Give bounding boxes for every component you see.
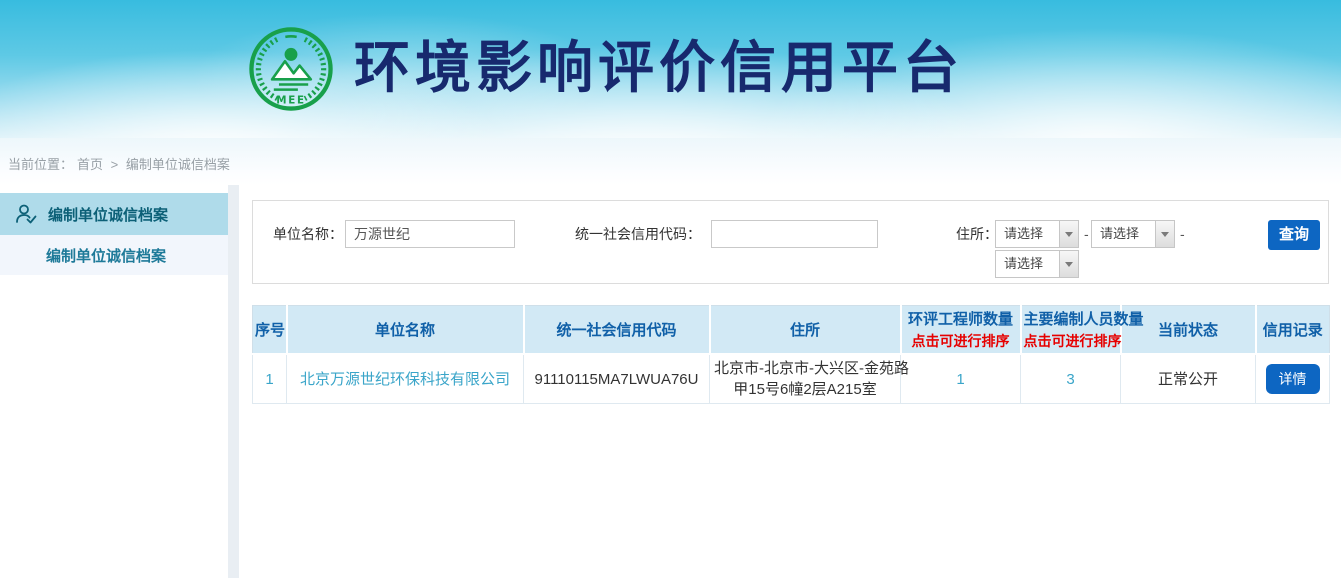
header-address: 住所 [710, 306, 901, 355]
header-company: 单位名称 [287, 306, 524, 355]
chevron-down-icon[interactable] [1059, 251, 1078, 277]
header-staff-count-sortable[interactable]: 主要编制人员数量 点击可进行排序 [1021, 306, 1121, 355]
table-row: 1 北京万源世纪环保科技有限公司 91110115MA7LWUA76U 北京市-… [253, 354, 1330, 404]
cell-engineer-count: 1 [901, 354, 1021, 404]
chevron-down-icon[interactable] [1059, 221, 1078, 247]
search-form: 单位名称： 统一社会信用代码： 住所： 请选择 - 请选择 - 请选择 查询 [252, 200, 1329, 284]
residence-province-select[interactable]: 请选择 [995, 220, 1079, 248]
breadcrumb-separator: > [111, 157, 119, 172]
breadcrumb-current: 编制单位诚信档案 [126, 157, 230, 172]
staff-count-link[interactable]: 3 [1066, 371, 1074, 388]
cell-credit-code: 91110115MA7LWUA76U [524, 354, 710, 404]
unit-name-input[interactable] [345, 220, 515, 248]
breadcrumb-home-link[interactable]: 首页 [77, 157, 103, 172]
residence-city-select[interactable]: 请选择 [1091, 220, 1175, 248]
breadcrumb-prefix: 当前位置： [8, 157, 73, 172]
residence-province-value: 请选择 [996, 221, 1059, 247]
unit-name-label: 单位名称： [273, 220, 343, 248]
cell-address: 北京市-北京市-大兴区-金苑路 甲15号6幢2层A215室 [710, 354, 901, 404]
header-seq: 序号 [253, 306, 287, 355]
svg-text:MEE: MEE [276, 94, 306, 106]
address-line-1: 北京市-北京市-大兴区-金苑路 [714, 358, 896, 379]
sidebar-subitem-credit-archive[interactable]: 编制单位诚信档案 [0, 235, 228, 275]
residence-district-select[interactable]: 请选择 [995, 250, 1079, 278]
sort-hint: 点击可进行排序 [1024, 331, 1118, 351]
user-check-icon [14, 202, 38, 226]
header-credit-code: 统一社会信用代码 [524, 306, 710, 355]
sidebar-item-credit-archive[interactable]: 编制单位诚信档案 [0, 193, 228, 235]
credit-code-input[interactable] [711, 220, 878, 248]
main-content: 单位名称： 统一社会信用代码： 住所： 请选择 - 请选择 - 请选择 查询 [252, 200, 1329, 404]
site-title: 环境影响评价信用平台 [354, 26, 964, 112]
residence-label: 住所： [956, 220, 998, 248]
credit-code-label: 统一社会信用代码： [575, 220, 701, 248]
detail-button[interactable]: 详情 [1266, 364, 1320, 394]
header-credit-record: 信用记录 [1256, 306, 1330, 355]
cell-credit-record: 详情 [1256, 354, 1330, 404]
company-link[interactable]: 北京万源世纪环保科技有限公司 [300, 371, 510, 388]
cell-status: 正常公开 [1121, 354, 1256, 404]
sort-hint: 点击可进行排序 [904, 331, 1018, 351]
residence-dash: - [1084, 220, 1089, 248]
engineer-count-link[interactable]: 1 [956, 371, 964, 388]
header-engineer-count-sortable[interactable]: 环评工程师数量 点击可进行排序 [901, 306, 1021, 355]
sidebar-content-divider [228, 185, 239, 578]
sidebar-subitem-label: 编制单位诚信档案 [46, 245, 166, 266]
residence-district-value: 请选择 [996, 251, 1059, 277]
cell-staff-count: 3 [1021, 354, 1121, 404]
header-banner: MEE 环境影响评价信用平台 [0, 0, 1341, 138]
residence-dash: - [1180, 220, 1185, 248]
sidebar-item-label: 编制单位诚信档案 [48, 204, 168, 225]
mee-logo-icon: MEE [248, 26, 334, 112]
brand: MEE 环境影响评价信用平台 [248, 26, 964, 112]
table-header-row: 序号 单位名称 统一社会信用代码 住所 环评工程师数量 点击可进行排序 主要编制… [253, 306, 1330, 355]
breadcrumb: 当前位置： 首页 > 编制单位诚信档案 [0, 138, 1341, 185]
results-table: 序号 单位名称 统一社会信用代码 住所 环评工程师数量 点击可进行排序 主要编制… [252, 305, 1330, 404]
page: MEE 环境影响评价信用平台 当前位置： 首页 > 编制单位诚信档案 编制单位诚信… [0, 0, 1341, 578]
cell-seq: 1 [253, 354, 287, 404]
cell-company: 北京万源世纪环保科技有限公司 [287, 354, 524, 404]
address-line-2: 甲15号6幢2层A215室 [714, 379, 896, 400]
residence-city-value: 请选择 [1092, 221, 1155, 247]
chevron-down-icon[interactable] [1155, 221, 1174, 247]
sidebar: 编制单位诚信档案 编制单位诚信档案 [0, 185, 228, 578]
query-button[interactable]: 查询 [1268, 220, 1320, 250]
